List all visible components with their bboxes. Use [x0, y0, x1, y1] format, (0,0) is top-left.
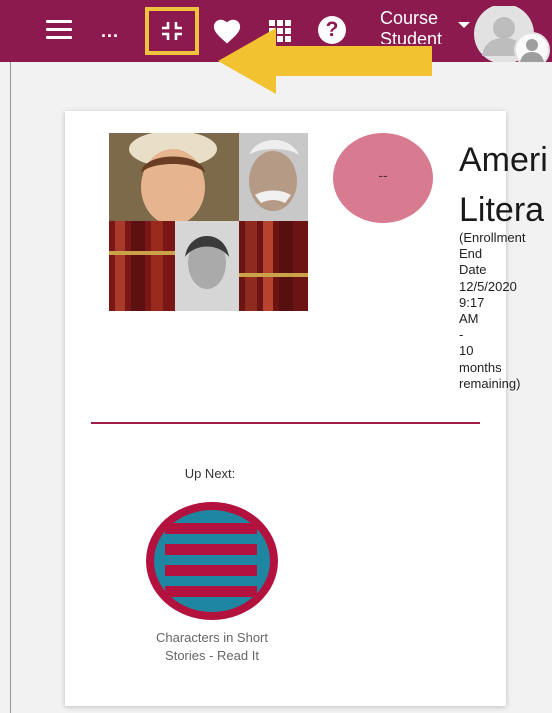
enrollment-line: months [459, 359, 502, 375]
course-title-line: Litera [459, 191, 545, 229]
course-badge: -- [333, 133, 433, 223]
up-next-heading: Up Next: [184, 466, 236, 481]
course-title-line: Ameri [459, 141, 548, 179]
lesson-title-line: Stories - Read It [165, 648, 259, 663]
enrollment-line: (Enrollment [459, 230, 526, 245]
enrollment-line: Date [459, 262, 487, 278]
course-card: -- Ameri Litera (Enrollment End Date 12/… [65, 111, 548, 706]
enrollment-line: AM [459, 311, 479, 327]
enrollment-line: 10 [459, 343, 474, 359]
enrollment-line: End [459, 246, 483, 262]
enrollment-info: (Enrollment End Date 12/5/2020 9:17 AM -… [459, 230, 549, 392]
enrollment-line: remaining) [459, 375, 521, 391]
enrollment-line: 9:17 [459, 294, 485, 310]
user-avatar[interactable] [474, 6, 552, 62]
more-options-icon[interactable]: ... [101, 22, 119, 40]
left-border [10, 62, 11, 713]
lesson-reading-icon[interactable] [145, 501, 279, 621]
course-title[interactable]: Ameri Litera [459, 135, 548, 235]
enrollment-line: 12/5/2020 [459, 278, 517, 294]
course-image-collage [109, 133, 308, 311]
divider [91, 422, 480, 424]
lesson-title-line: Characters in Short [156, 630, 268, 645]
lesson-title-link[interactable]: Characters in Short Stories - Read It [135, 629, 289, 665]
exit-fullscreen-icon [162, 22, 182, 40]
enrollment-line: - [459, 327, 464, 343]
yellow-arrow-annotation [218, 28, 432, 94]
caret-down-icon[interactable] [458, 22, 470, 28]
fullscreen-toggle-button[interactable] [145, 7, 199, 55]
hamburger-menu-icon[interactable] [46, 20, 72, 40]
